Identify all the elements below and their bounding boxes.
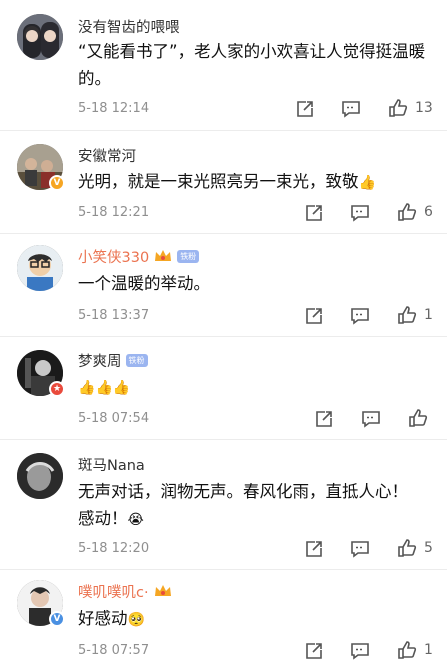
- username[interactable]: 安徽常河: [78, 145, 136, 166]
- comment-icon[interactable]: [350, 641, 370, 661]
- like-count: 5: [424, 540, 433, 556]
- avatar[interactable]: [17, 453, 63, 499]
- like-count: 6: [424, 204, 433, 220]
- share-icon[interactable]: [304, 539, 324, 559]
- comment-icon[interactable]: [350, 539, 370, 559]
- thumbs-up-icon[interactable]: [397, 202, 417, 222]
- avatar[interactable]: [17, 245, 63, 291]
- username[interactable]: 没有智齿的喂喂: [78, 16, 180, 37]
- verified-badge-icon: ★: [49, 381, 65, 397]
- share-icon[interactable]: [304, 306, 324, 326]
- comment-item: 斑马Nana 无声对话，润物无声。春风化雨，直抵人心！ 感动！😭 5-18 12…: [0, 440, 447, 570]
- fan-badge: 铁粉: [125, 353, 148, 367]
- comment-text: “又能看书了”，老人家的小欢喜让人觉得挺温暖的。: [78, 42, 426, 88]
- comment-time: 5-18 12:21: [78, 205, 150, 220]
- fan-badge: 铁粉: [177, 249, 200, 263]
- avatar[interactable]: [17, 14, 63, 60]
- comment-item: 没有智齿的喂喂 “又能看书了”，老人家的小欢喜让人觉得挺温暖的。 5-18 12…: [0, 0, 447, 131]
- vip-crown-icon: [153, 583, 173, 599]
- like-count: 1: [424, 307, 433, 323]
- verified-badge-icon: V: [49, 611, 65, 627]
- comment-icon[interactable]: [341, 99, 361, 119]
- thumbs-up-emoji: 👍: [112, 380, 131, 396]
- vip-crown-icon: [153, 248, 173, 264]
- thumbs-up-emoji: 👍: [95, 380, 113, 396]
- like-count: 1: [424, 642, 433, 658]
- comment-text: 无声对话，润物无声。春风化雨，直抵人心！ 感动！😭: [78, 478, 423, 534]
- share-icon[interactable]: [314, 409, 334, 429]
- comment-text: 一个温暖的举动。: [78, 274, 210, 293]
- thumbs-up-icon[interactable]: [408, 408, 428, 428]
- comment-icon[interactable]: [350, 306, 370, 326]
- username[interactable]: 噗叽噗叽c·: [78, 581, 149, 602]
- comment-time: 5-18 12:20: [78, 541, 150, 556]
- thumbs-up-icon[interactable]: [388, 98, 408, 118]
- comment-time: 5-18 13:37: [78, 308, 150, 323]
- comment-time: 5-18 07:57: [78, 643, 150, 658]
- comment-item: V 安徽常河 光明，就是一束光照亮另一束光，致敬👍 5-18 12:21 6: [0, 131, 447, 234]
- comment-icon[interactable]: [361, 409, 381, 429]
- comment-icon[interactable]: [350, 203, 370, 223]
- thumbs-up-icon[interactable]: [397, 305, 417, 325]
- comment-text: 光明，就是一束光照亮另一束光，致敬👍: [78, 168, 428, 197]
- thumbs-up-icon[interactable]: [397, 640, 417, 660]
- comment-list: 没有智齿的喂喂 “又能看书了”，老人家的小欢喜让人觉得挺温暖的。 5-18 12…: [0, 0, 447, 670]
- comment-text: 👍👍👍: [78, 373, 428, 402]
- comment-time: 5-18 12:14: [78, 101, 150, 116]
- thumbs-up-icon[interactable]: [397, 538, 417, 558]
- comment-item: 小笑侠330 铁粉 一个温暖的举动。 5-18 13:37 1: [0, 234, 447, 337]
- thumbs-up-emoji: 👍: [358, 175, 376, 191]
- comment-item: V 噗叽噗叽c· 好感动🥺 5-18 07:57 1: [0, 570, 447, 670]
- comment-item: ★ 梦爽周 铁粉 👍👍👍 5-18 07:54: [0, 337, 447, 440]
- thumbs-up-emoji: 👍: [78, 380, 96, 396]
- moved-emoji: 🥺: [127, 612, 145, 628]
- crying-emoji: 😭: [127, 512, 144, 528]
- comment-text: 好感动🥺: [78, 605, 428, 634]
- comment-time: 5-18 07:54: [78, 411, 150, 426]
- verified-badge-icon: V: [49, 175, 65, 191]
- username[interactable]: 梦爽周: [78, 350, 122, 371]
- username[interactable]: 小笑侠330: [78, 246, 149, 267]
- username[interactable]: 斑马Nana: [78, 454, 145, 475]
- share-icon[interactable]: [304, 203, 324, 223]
- like-count: 13: [415, 100, 433, 116]
- share-icon[interactable]: [304, 641, 324, 661]
- share-icon[interactable]: [295, 99, 315, 119]
